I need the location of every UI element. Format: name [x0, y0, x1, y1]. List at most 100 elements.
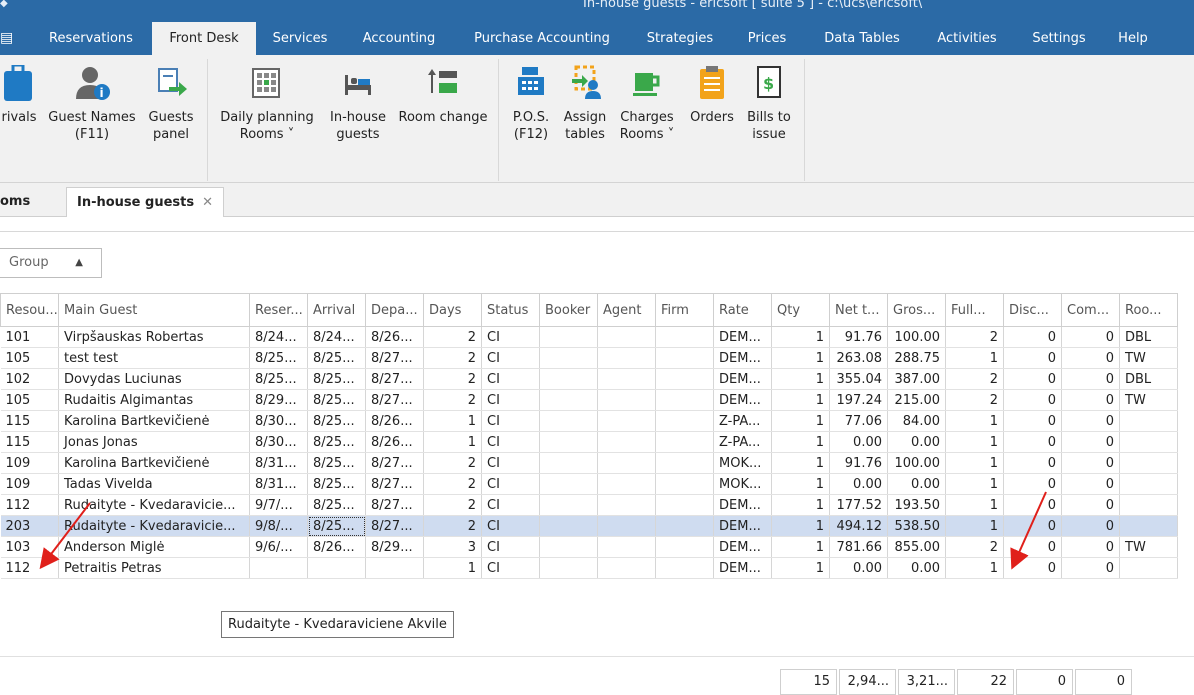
table-cell[interactable]: 781.66	[829, 536, 888, 558]
table-cell[interactable]: 538.50	[887, 515, 946, 537]
table-cell[interactable]: Jonas Jonas	[58, 431, 250, 453]
table-cell[interactable]: 1	[771, 557, 830, 579]
table-cell[interactable]: 3	[423, 536, 482, 558]
table-cell[interactable]: 0	[1061, 494, 1120, 516]
table-cell[interactable]	[597, 473, 656, 495]
pos-button[interactable]: P.O.S. (F12)	[506, 65, 556, 143]
table-cell[interactable]: 112	[0, 494, 59, 516]
table-cell[interactable]: 8/31...	[249, 452, 308, 474]
table-cell[interactable]: DEM...	[713, 536, 772, 558]
table-cell[interactable]: DEM...	[713, 557, 772, 579]
table-cell[interactable]	[1119, 431, 1178, 453]
table-cell[interactable]: CI	[481, 473, 540, 495]
table-cell[interactable]: 387.00	[887, 368, 946, 390]
table-cell[interactable]: DEM...	[713, 494, 772, 516]
table-cell[interactable]: 2	[423, 515, 482, 537]
table-cell[interactable]: 1	[771, 389, 830, 411]
table-cell[interactable]: 1	[771, 515, 830, 537]
table-cell[interactable]	[655, 515, 714, 537]
menu-file-icon[interactable]: ▤	[0, 30, 18, 48]
table-cell[interactable]: 0	[1061, 347, 1120, 369]
doc-tab-rooms[interactable]: oms	[0, 187, 30, 217]
table-cell[interactable]	[655, 536, 714, 558]
table-cell[interactable]: MOK...	[713, 473, 772, 495]
table-cell[interactable]: 8/26...	[307, 536, 366, 558]
table-cell[interactable]: Z-PA...	[713, 431, 772, 453]
orders-button[interactable]: Orders	[684, 65, 740, 126]
table-cell[interactable]: 8/24...	[307, 326, 366, 348]
table-cell[interactable]: 263.08	[829, 347, 888, 369]
table-cell[interactable]: CI	[481, 494, 540, 516]
table-cell[interactable]	[597, 494, 656, 516]
table-cell[interactable]: 855.00	[887, 536, 946, 558]
table-cell[interactable]: 112	[0, 557, 59, 579]
table-cell[interactable]	[539, 515, 598, 537]
table-cell[interactable]	[655, 326, 714, 348]
table-cell[interactable]: CI	[481, 431, 540, 453]
column-header[interactable]: Status	[481, 293, 540, 327]
table-cell[interactable]: Tadas Vivelda	[58, 473, 250, 495]
table-cell[interactable]: CI	[481, 536, 540, 558]
table-cell[interactable]: 91.76	[829, 326, 888, 348]
column-header[interactable]: Depa...	[365, 293, 424, 327]
table-cell[interactable]: 8/25...	[307, 368, 366, 390]
table-cell[interactable]: 101	[0, 326, 59, 348]
table-cell[interactable]: 9/7/...	[249, 494, 308, 516]
table-cell[interactable]: 0	[1061, 557, 1120, 579]
tab-prices[interactable]: Prices	[736, 22, 798, 55]
table-cell[interactable]: 1	[945, 473, 1004, 495]
table-cell[interactable]	[539, 368, 598, 390]
table-cell[interactable]: 0	[1061, 326, 1120, 348]
table-cell[interactable]: Karolina Bartkevičienė	[58, 410, 250, 432]
table-cell[interactable]: TW	[1119, 536, 1178, 558]
table-cell[interactable]: 8/30...	[249, 431, 308, 453]
app-icon[interactable]: ◆	[0, 0, 10, 9]
table-row[interactable]: 103 Anderson Miglė 9/6/... 8/26... 8/29... 3 C…	[0, 536, 1178, 558]
table-cell[interactable]	[597, 536, 656, 558]
tab-settings[interactable]: Settings	[1022, 22, 1096, 55]
room-change-button[interactable]: Room change	[396, 65, 490, 126]
table-cell[interactable]: DEM...	[713, 368, 772, 390]
charges-rooms-button[interactable]: Charges Rooms ˅	[614, 65, 680, 143]
table-cell[interactable]: 0	[1061, 536, 1120, 558]
table-cell[interactable]	[597, 452, 656, 474]
table-row[interactable]: 102 Dovydas Luciunas 8/25... 8/25... 8/27...…	[0, 368, 1178, 390]
table-cell[interactable]	[597, 515, 656, 537]
table-cell[interactable]	[365, 557, 424, 579]
table-cell[interactable]	[597, 410, 656, 432]
assign-tables-button[interactable]: Assign tables	[560, 65, 610, 143]
table-cell[interactable]: 1	[945, 431, 1004, 453]
tab-strategies[interactable]: Strategies	[638, 22, 722, 55]
table-cell[interactable]	[597, 557, 656, 579]
table-cell[interactable]	[655, 347, 714, 369]
table-cell[interactable]: 0	[1003, 431, 1062, 453]
table-cell[interactable]: 115	[0, 431, 59, 453]
table-cell[interactable]: 1	[945, 515, 1004, 537]
table-cell[interactable]: 8/25...	[249, 347, 308, 369]
tab-activities[interactable]: Activities	[926, 22, 1008, 55]
bills-to-issue-button[interactable]: $ Bills to issue	[742, 65, 796, 143]
table-cell[interactable]: 0	[1003, 410, 1062, 432]
guest-names-button[interactable]: i Guest Names (F11)	[46, 65, 138, 143]
column-header[interactable]: Arrival	[307, 293, 366, 327]
table-cell[interactable]: 0.00	[887, 557, 946, 579]
table-cell[interactable]: 8/26...	[365, 326, 424, 348]
table-cell[interactable]: 0.00	[829, 473, 888, 495]
table-cell[interactable]: 0	[1061, 431, 1120, 453]
table-cell[interactable]: 8/25...	[307, 389, 366, 411]
table-cell[interactable]: 8/29...	[249, 389, 308, 411]
table-cell[interactable]: 8/27...	[365, 515, 424, 537]
table-cell[interactable]: 1	[771, 368, 830, 390]
table-cell[interactable]: 8/27...	[365, 494, 424, 516]
column-header[interactable]: Com...	[1061, 293, 1120, 327]
table-cell[interactable]: DBL	[1119, 368, 1178, 390]
table-cell[interactable]	[655, 368, 714, 390]
column-header[interactable]: Reser...	[249, 293, 308, 327]
column-header[interactable]: Main Guest	[58, 293, 250, 327]
arrivals-button[interactable]: rivals	[0, 65, 42, 126]
table-cell[interactable]: 0.00	[829, 557, 888, 579]
table-cell[interactable]: 8/26...	[365, 431, 424, 453]
table-cell[interactable]: 100.00	[887, 452, 946, 474]
table-cell[interactable]: 91.76	[829, 452, 888, 474]
table-row[interactable]: 203 Rudaityte - Kvedaravicie... 9/8/... 8/2…	[0, 515, 1178, 537]
